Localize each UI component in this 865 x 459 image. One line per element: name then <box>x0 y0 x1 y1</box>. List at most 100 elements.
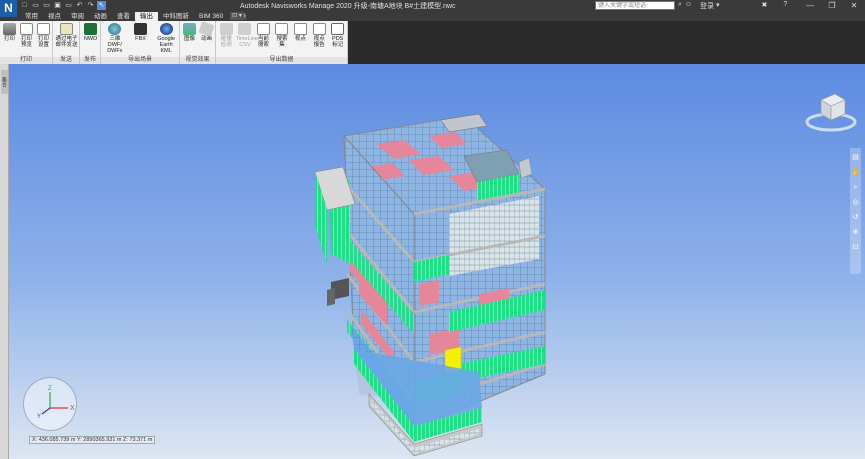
ribbon-panel-title: 发布 <box>80 57 100 64</box>
window-controls: — ❐ ✕ <box>799 0 865 12</box>
help-icon[interactable]: ? <box>783 1 787 11</box>
navbar-tool-icon[interactable]: ⊡ <box>850 242 861 253</box>
ribbon-panel: 三维 DWF/ DWFx FBX Google Earth KML 导出场景 <box>101 21 180 64</box>
pds-button[interactable]: PDS 标记 <box>328 23 347 48</box>
printer-button[interactable]: 打印 <box>1 23 18 42</box>
tab-overflow-button[interactable]: ⊡ ▾ <box>230 12 244 20</box>
window-title: Autodesk Navisworks Manage 2020 升级-南塘A地块… <box>240 3 456 10</box>
nwd-icon <box>84 23 97 35</box>
ribbon-tab[interactable]: 常用 <box>20 12 43 21</box>
navbar-tool-icon[interactable]: ▤ <box>850 152 861 163</box>
user-icon[interactable]: ☺ <box>685 1 692 9</box>
ribbon-tab[interactable]: 视点 <box>43 12 66 21</box>
ribbon-panel-area: 打印 打印 预览 打印 设置 打印 通过电子 邮件发送 发送 NWD 发布 三维 DWF/ DW… <box>0 21 348 64</box>
ribbon-tab[interactable]: 查看 <box>112 12 135 21</box>
navbar-tool-icon[interactable]: ⌕ <box>850 182 861 193</box>
svg-text:Y: Y <box>37 414 41 420</box>
quick-access-button[interactable]: ▣ <box>53 1 62 10</box>
search-set-button[interactable]: 搜索 集 <box>273 23 292 48</box>
dropdown-arrow-icon[interactable]: ▾ <box>716 1 720 11</box>
ribbon-button-label: 通过电子 邮件发送 <box>55 36 78 48</box>
navigation-bar: ▤ ✋ ⌕ ◎ ↺ ⊕ ⊡ <box>850 148 861 274</box>
sets-dock-tab[interactable]: 集合 <box>1 70 8 94</box>
google-earth-button[interactable]: Google Earth KML <box>153 23 179 54</box>
left-dock-strip: 集合 <box>0 64 9 459</box>
ribbon-tab[interactable]: 审阅 <box>66 12 89 21</box>
animation-button[interactable]: 动画 <box>198 21 215 42</box>
viewpoint-button[interactable]: 视点 <box>291 23 310 42</box>
ribbon-tab[interactable]: 动画 <box>89 12 112 21</box>
ribbon-button-label: 搜索 集 <box>276 36 288 48</box>
svg-text:Z: Z <box>48 386 52 392</box>
fbx-icon <box>133 23 147 35</box>
quick-access-button[interactable]: ▭ <box>64 1 73 10</box>
current-search-button[interactable]: 当前 搜索 <box>254 23 273 48</box>
clash-icon <box>219 23 233 35</box>
app-logo-button[interactable]: N <box>0 0 17 17</box>
binoculars-icon[interactable]: ⌕ <box>678 1 682 9</box>
navbar-tool-icon[interactable]: ◎ <box>850 197 861 208</box>
ribbon-button-label: 当前 搜索 <box>257 36 269 48</box>
ribbon-button-label: 图像 <box>183 36 195 42</box>
ribbon-tab[interactable]: BIM 360 <box>194 12 228 21</box>
print-settings-icon <box>37 23 50 35</box>
ribbon-button-label: PDS 标记 <box>332 36 344 48</box>
google-earth-icon <box>159 23 173 35</box>
viewpoint-icon <box>294 23 308 35</box>
login-label[interactable]: 登录 <box>700 1 714 11</box>
quick-access-button[interactable]: ↷ <box>86 1 95 10</box>
print-settings-button[interactable]: 打印 设置 <box>35 23 52 48</box>
print-preview-button[interactable]: 打印 预览 <box>18 23 35 48</box>
email-button[interactable]: 通过电子 邮件发送 <box>54 23 79 48</box>
3d-viewport[interactable]: ▤ ✋ ⌕ ◎ ↺ ⊕ ⊡ X Z Y X: 436.085.739 m Y: 289036… <box>9 64 865 459</box>
ribbon-panel: 通过电子 邮件发送发送 <box>53 21 80 64</box>
search-set-icon <box>275 23 289 35</box>
ribbon-button-label: 三维 DWF/ DWFx <box>107 36 123 54</box>
ribbon-button-label: Google Earth KML <box>157 36 176 54</box>
email-icon <box>60 23 73 35</box>
ribbon-panel-title: 打印 <box>0 57 52 64</box>
image-icon <box>183 23 196 35</box>
quick-access-button[interactable]: ▭ <box>31 1 40 10</box>
viewcube[interactable] <box>805 84 857 136</box>
quick-access-button[interactable]: ↶ <box>75 1 84 10</box>
title-bar: N □ ▭ ▭ ▣ ▭ ↶ ↷ ↖ Autodesk Navisworks Manage 20… <box>0 0 865 17</box>
navbar-tool-icon[interactable]: ✋ <box>850 167 861 178</box>
minimize-button[interactable]: — <box>799 0 821 12</box>
exchange-icon[interactable]: ✖ <box>762 1 768 11</box>
quick-access-button[interactable]: ↖ <box>97 1 106 10</box>
pds-icon <box>331 23 345 35</box>
clash-button: 碰撞 检测 <box>217 23 236 48</box>
building-model[interactable] <box>9 64 865 459</box>
image-button[interactable]: 图像 <box>181 23 198 42</box>
ribbon-tab[interactable]: 输出 <box>135 12 158 21</box>
login-area[interactable]: 登录 ▾ ✖ ? <box>700 1 787 11</box>
dwf-button[interactable]: 三维 DWF/ DWFx <box>102 23 128 54</box>
ribbon-button-label: 打印 预览 <box>20 36 32 48</box>
nwd-button[interactable]: NWD <box>81 23 100 42</box>
ribbon-panel: NWD 发布 <box>80 21 101 64</box>
ribbon-tabs: 常用视点审阅动画查看输出中科图新BIM 360渲染 <box>20 12 251 21</box>
help-search-input[interactable]: 键入关键字或短语 <box>595 1 675 10</box>
quick-access-button[interactable]: □ <box>20 1 29 10</box>
ribbon-button-label: FBX <box>135 36 146 42</box>
coordinates-readout: X: 436.085.739 m Y: 2890365.931 m Z: 73.… <box>29 436 156 444</box>
xyz-axis-icon: X Z Y <box>37 386 75 420</box>
navbar-tool-icon[interactable]: ⊕ <box>850 227 861 238</box>
quick-access-toolbar: □ ▭ ▭ ▣ ▭ ↶ ↷ ↖ <box>20 1 106 10</box>
ribbon-button-label: 打印 <box>3 36 15 42</box>
animation-icon <box>198 21 215 37</box>
timeliner-icon <box>238 23 252 35</box>
ribbon-button-label: 视点 报告 <box>313 36 325 48</box>
navbar-tool-icon[interactable]: ↺ <box>850 212 861 223</box>
axis-gizmo[interactable]: X Z Y <box>23 377 77 431</box>
ribbon-tab[interactable]: 中科图新 <box>158 12 194 21</box>
quick-access-button[interactable]: ▭ <box>42 1 51 10</box>
restore-button[interactable]: ❐ <box>821 0 843 12</box>
close-button[interactable]: ✕ <box>843 0 865 12</box>
fbx-button[interactable]: FBX <box>128 23 154 42</box>
ribbon-button-label: 动画 <box>200 36 212 42</box>
ribbon-panel-title: 发送 <box>53 57 79 64</box>
ribbon-panel: 打印 打印 预览 打印 设置 打印 <box>0 21 53 64</box>
viewpoint-report-button[interactable]: 视点 报告 <box>310 23 329 48</box>
